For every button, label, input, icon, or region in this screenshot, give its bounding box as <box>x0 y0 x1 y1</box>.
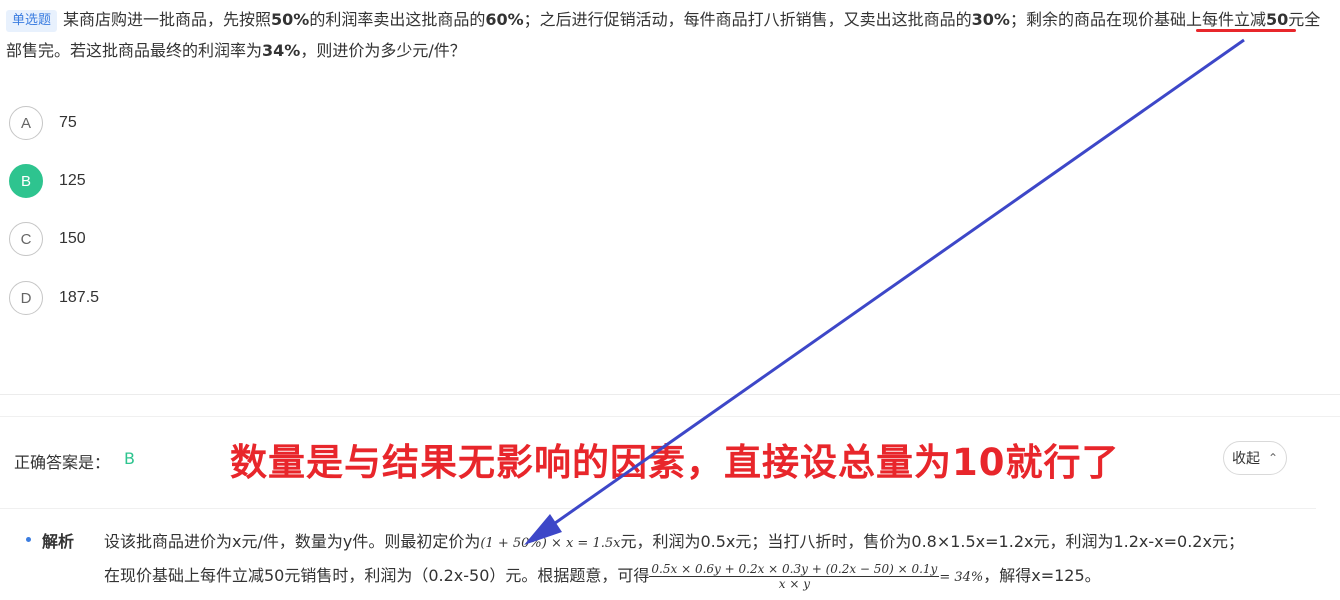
analysis-title: 解析 <box>42 532 75 551</box>
option-b-letter: B <box>9 164 43 198</box>
correct-answer-label: 正确答案是： <box>14 453 111 472</box>
formula-result: = 34% <box>939 570 984 585</box>
option-c-value: 150 <box>59 230 86 247</box>
option-d-letter: D <box>9 281 43 315</box>
formula-initial-price: (1 + 50%) × x = 1.5x <box>480 536 621 551</box>
option-d[interactable]: D 187.5 <box>9 280 99 316</box>
option-b[interactable]: B 125 <box>9 163 86 199</box>
profit-fraction-formula: 0.5x × 0.6y + 0.2x × 0.3y + (0.2x − 50) … <box>649 562 940 591</box>
option-a-letter: A <box>9 106 43 140</box>
option-a[interactable]: A 75 <box>9 105 77 141</box>
section-divider <box>0 394 1340 395</box>
option-b-value: 125 <box>59 172 86 189</box>
annotation-note: 数量是与结果无影响的因素，直接设总量为10就行了 <box>230 441 1120 484</box>
question-stem: 单选题 某商店购进一批商品，先按照50%的利润率卖出这批商品的60%；之后进行促销… <box>6 10 1321 60</box>
option-d-value: 187.5 <box>59 289 100 306</box>
bullet-icon <box>26 537 31 542</box>
analysis-body: 设该批商品进价为x元/件，数量为y件。则最初定价为(1 + 50%) × x =… <box>104 532 1244 591</box>
collapse-button-label: 收起 <box>1231 451 1260 467</box>
option-c-letter: C <box>9 222 43 256</box>
option-a-value: 75 <box>59 114 77 131</box>
correct-answer-value: B <box>124 449 135 468</box>
annotation-arrow <box>524 38 1245 545</box>
section-divider-light <box>0 416 1340 417</box>
analysis-divider <box>0 508 1316 509</box>
chevron-up-icon: ⌃ <box>1267 451 1279 465</box>
red-underline-annotation <box>1196 29 1296 32</box>
option-c[interactable]: C 150 <box>9 221 86 257</box>
collapse-button[interactable]: 收起 ⌃ <box>1223 441 1287 475</box>
question-type-badge: 单选题 <box>6 10 58 32</box>
